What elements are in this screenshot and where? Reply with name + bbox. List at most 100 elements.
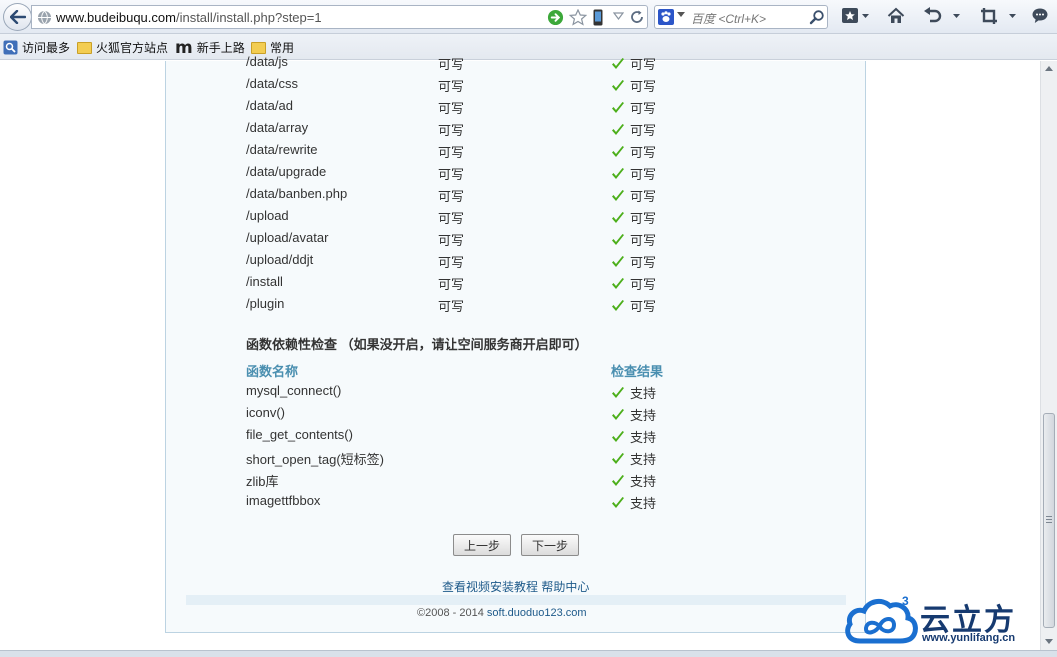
search-bar[interactable]: 百度 <Ctrl+K> <box>654 5 828 29</box>
required-permission: 可写 <box>438 189 465 204</box>
checkmark-icon <box>612 277 624 289</box>
checkmark-icon <box>612 233 624 245</box>
permission-status: 可写 <box>611 252 656 271</box>
prev-step-button[interactable]: 上一步 <box>453 534 511 556</box>
check-result: 支持 <box>611 449 656 468</box>
watermark-url: www.yunlifang.cn <box>922 632 1016 644</box>
function-name: iconv() <box>246 405 286 420</box>
check-result: 支持 <box>611 405 656 424</box>
required-permission: 可写 <box>438 277 465 292</box>
result-text: 支持 <box>630 474 657 489</box>
checkmark-icon <box>612 57 624 69</box>
crop-screenshot-icon[interactable] <box>980 7 998 25</box>
table-row: /upload 可写 可写 <box>166 208 866 230</box>
table-row: short_open_tag(短标签) 支持 <box>166 449 866 471</box>
permission-status: 可写 <box>611 98 656 117</box>
check-result: 支持 <box>611 471 656 490</box>
table-row: file_get_contents() 支持 <box>166 427 866 449</box>
permission-status: 可写 <box>611 142 656 161</box>
bookmark-firefox-site[interactable]: 火狐官方站点 <box>77 39 168 56</box>
go-arrow-icon[interactable] <box>547 9 564 26</box>
folder-icon <box>77 41 92 54</box>
bookmark-star-icon[interactable] <box>569 9 587 26</box>
watermark-logo: 3 云立方 www.yunlifang.cn <box>842 593 1057 650</box>
table-row: /upload/ddjt 可写 可写 <box>166 252 866 274</box>
checkmark-icon <box>612 430 624 442</box>
status-text: 可写 <box>630 277 657 292</box>
permission-status: 可写 <box>611 230 656 249</box>
address-bar[interactable]: www.budeibuqu.com/install/install.php?st… <box>31 5 648 29</box>
vertical-scrollbar[interactable] <box>1040 61 1057 650</box>
scroll-up-arrow-icon[interactable] <box>1045 65 1053 71</box>
mozilla-m-icon: m <box>175 37 193 58</box>
required-permission: 可写 <box>438 299 465 314</box>
status-bar <box>0 650 1057 657</box>
chat-bubble-icon[interactable] <box>1031 7 1049 25</box>
back-button[interactable] <box>3 3 32 31</box>
reload-icon[interactable] <box>629 9 645 25</box>
undo-dropdown-icon[interactable] <box>952 7 961 25</box>
result-text: 支持 <box>630 452 657 467</box>
history-dropdown-icon[interactable] <box>613 11 624 21</box>
required-permission: 可写 <box>438 167 465 182</box>
status-text: 可写 <box>630 233 657 248</box>
function-name: short_open_tag(短标签) <box>246 452 385 467</box>
cloud-logo-icon: 3 <box>845 594 918 644</box>
back-arrow-icon <box>9 10 26 24</box>
required-permission: 可写 <box>438 101 465 116</box>
bookmark-most-visited[interactable]: 访问最多 <box>3 39 70 56</box>
search-icon[interactable] <box>809 9 825 25</box>
required-permission: 可写 <box>438 211 465 226</box>
status-text: 可写 <box>630 101 657 116</box>
required-permission: 可写 <box>438 145 465 160</box>
directory-path: /data/ad <box>246 98 293 113</box>
table-row: /data/css 可写 可写 <box>166 76 866 98</box>
thumb-grip <box>1046 519 1052 520</box>
next-step-button[interactable]: 下一步 <box>521 534 579 556</box>
status-text: 可写 <box>630 79 657 94</box>
baidu-paw-icon[interactable] <box>658 9 674 25</box>
required-permission: 可写 <box>438 79 465 94</box>
table-row: /data/rewrite 可写 可写 <box>166 142 866 164</box>
folder-icon <box>251 41 266 54</box>
result-text: 支持 <box>630 496 657 511</box>
table-row: iconv() 支持 <box>166 405 866 427</box>
checkmark-icon <box>612 496 624 508</box>
permission-status: 可写 <box>611 296 656 315</box>
page-viewport: /data/js 可写 可写/data/css 可写 可写/data/ad 可写 可写/da… <box>0 54 1040 650</box>
most-visited-icon <box>3 40 18 55</box>
undo-close-tab-icon[interactable] <box>923 7 943 25</box>
function-check-title: 函数依赖性检查 （如果没开启，请让空间服务商开启即可） <box>246 337 588 352</box>
status-text: 可写 <box>630 299 657 314</box>
result-text: 支持 <box>630 408 657 423</box>
table-row: /data/js 可写 可写 <box>166 54 866 76</box>
phone-icon[interactable] <box>593 9 603 26</box>
home-icon[interactable] <box>887 7 905 25</box>
status-text: 可写 <box>630 123 657 138</box>
url-text[interactable]: www.budeibuqu.com/install/install.php?st… <box>56 10 322 25</box>
required-permission: 可写 <box>438 233 465 248</box>
table-row: /data/array 可写 可写 <box>166 120 866 142</box>
bookmarks-menu-icon[interactable] <box>841 7 871 25</box>
permission-status: 可写 <box>611 76 656 95</box>
table-row: imagettfbbox 支持 <box>166 493 866 515</box>
checkmark-icon <box>612 386 624 398</box>
permission-status: 可写 <box>611 54 656 73</box>
result-text: 支持 <box>630 386 657 401</box>
status-text: 可写 <box>630 167 657 182</box>
search-engine-dropdown-icon[interactable] <box>677 12 685 18</box>
function-name-header: 函数名称 <box>246 364 299 379</box>
required-permission: 可写 <box>438 57 465 72</box>
required-permission: 可写 <box>438 123 465 138</box>
directory-path: /data/rewrite <box>246 142 318 157</box>
directory-path: /data/js <box>246 54 288 69</box>
site-link[interactable]: soft.duoduo123.com <box>487 607 587 619</box>
table-row: /install 可写 可写 <box>166 274 866 296</box>
help-link[interactable]: 查看视频安装教程 帮助中心 <box>442 578 589 595</box>
table-row: /upload/avatar 可写 可写 <box>166 230 866 252</box>
checkmark-icon <box>612 255 624 267</box>
url-host: www.budeibuqu.com <box>56 10 176 25</box>
permission-status: 可写 <box>611 164 656 183</box>
footer-divider <box>186 595 846 605</box>
screenshot-dropdown-icon[interactable] <box>1008 7 1017 25</box>
